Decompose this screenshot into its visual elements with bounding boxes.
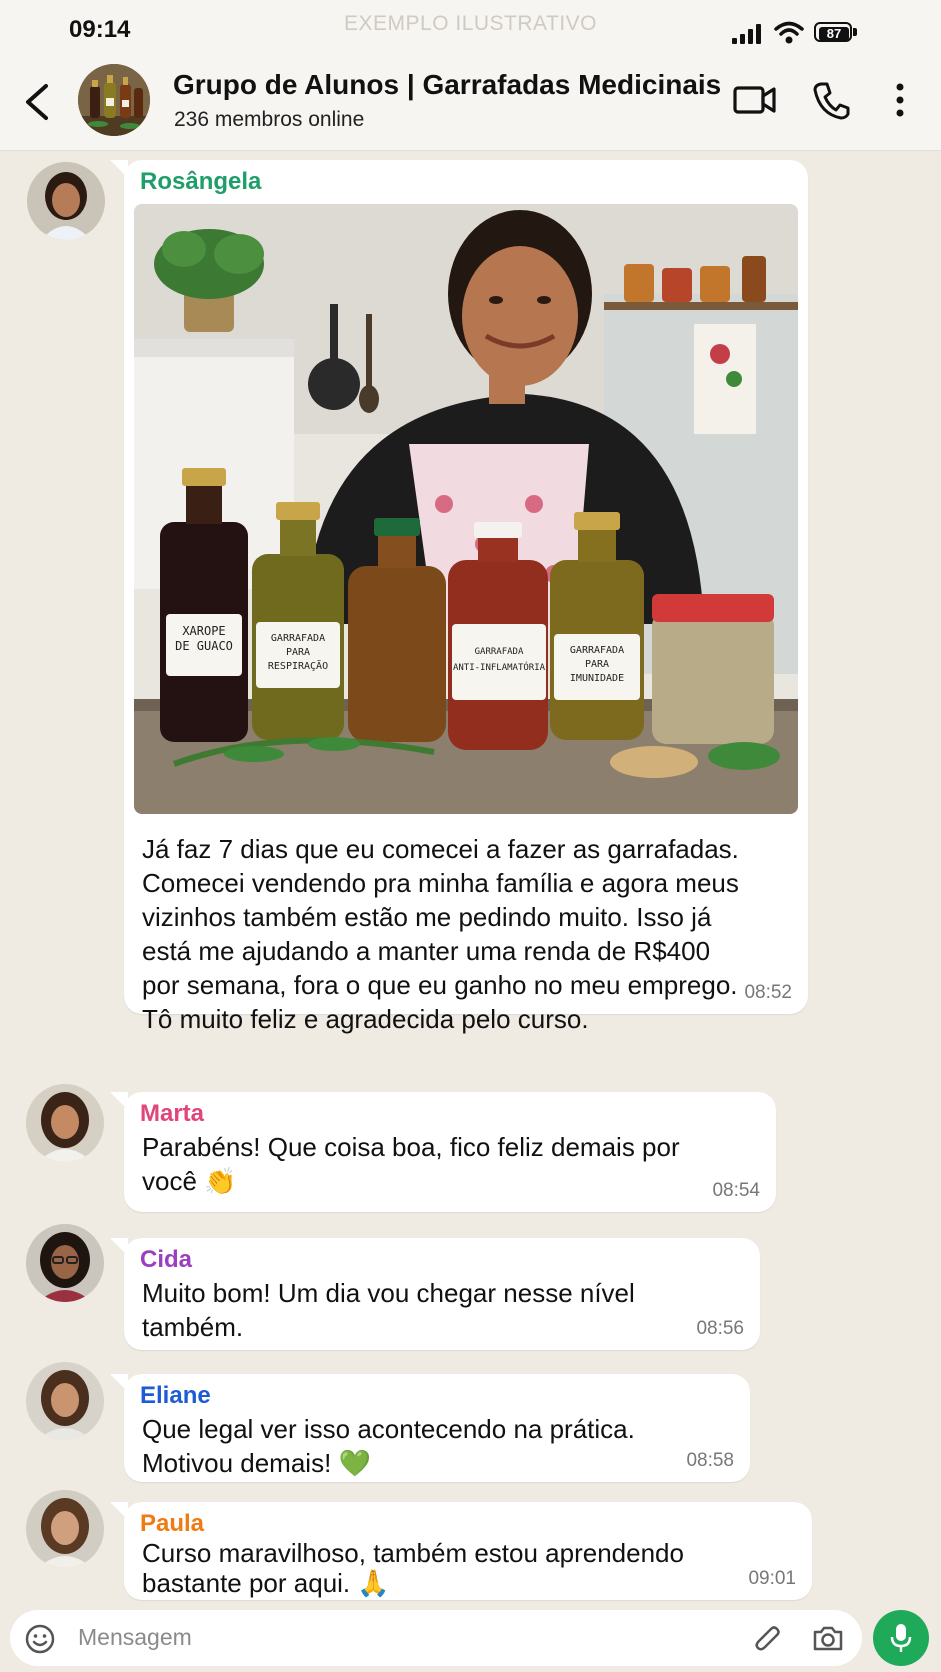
- back-arrow-icon[interactable]: [20, 80, 54, 124]
- avatar-paula[interactable]: [26, 1490, 104, 1568]
- message-bubble[interactable]: Eliane Que legal ver isso acontecendo na…: [110, 1374, 750, 1482]
- mic-button[interactable]: [873, 1610, 929, 1666]
- battery-level: 87: [819, 27, 849, 41]
- label-imunidade: GARRAFADA PARA IMUNIDADE: [569, 645, 625, 684]
- message-time: 09:01: [748, 1568, 796, 1589]
- camera-icon[interactable]: [812, 1624, 844, 1652]
- wifi-icon: [774, 21, 804, 44]
- sender-name: Cida: [140, 1246, 193, 1273]
- sender-name: Eliane: [140, 1382, 211, 1409]
- avatar-eliane[interactable]: [26, 1362, 104, 1440]
- input-bar: Mensagem: [0, 1602, 941, 1672]
- message-text: Muito bom! Um dia vou chegar nesse nível…: [142, 1278, 635, 1342]
- message-bubble[interactable]: Cida Muito bom! Um dia vou chegar nesse …: [110, 1238, 760, 1350]
- battery-icon: 87: [814, 22, 860, 46]
- message-time: 08:58: [686, 1450, 734, 1471]
- message-bubble[interactable]: Rosângela XAROPE DE GUACO GARRAFADA PARA…: [110, 160, 808, 1034]
- message-photo[interactable]: XAROPE DE GUACO GARRAFADA PARA RESPIRAÇÃ…: [134, 204, 798, 814]
- message-time: 08:56: [696, 1318, 744, 1339]
- sender-name: Paula: [140, 1510, 205, 1537]
- message-bubble[interactable]: Paula Curso maravilhoso, também estou ap…: [110, 1502, 812, 1600]
- sender-name: Marta: [140, 1100, 205, 1127]
- message-text: Já faz 7 dias que eu comecei a fazer as …: [142, 834, 739, 1034]
- group-avatar[interactable]: [78, 64, 150, 136]
- message-text: Que legal ver isso acontecendo na prátic…: [142, 1414, 635, 1478]
- phone-icon[interactable]: [812, 80, 850, 120]
- label-xarope: XAROPE DE GUACO: [175, 624, 233, 653]
- signal-icon: [732, 24, 761, 44]
- chat-area[interactable]: Rosângela XAROPE DE GUACO GARRAFADA PARA…: [0, 150, 941, 1602]
- more-vert-icon[interactable]: [893, 80, 907, 120]
- avatar-cida[interactable]: [26, 1224, 104, 1302]
- message-bubble[interactable]: Marta Parabéns! Que coisa boa, fico feli…: [110, 1092, 776, 1212]
- label-anti-inflamatoria: GARRAFADA ANTI-INFLAMATÓRIA: [452, 647, 546, 673]
- attach-icon[interactable]: [752, 1622, 784, 1656]
- mic-icon: [890, 1624, 912, 1652]
- avatar-marta[interactable]: [26, 1084, 104, 1162]
- label-respiracao: GARRAFADA PARA RESPIRAÇÃO: [267, 633, 329, 672]
- message-text: Parabéns! Que coisa boa, fico feliz dema…: [142, 1132, 680, 1196]
- avatar-rosangela[interactable]: [27, 162, 105, 240]
- chat-header: Grupo de Alunos | Garrafadas Medicinais …: [0, 58, 941, 151]
- input-placeholder: Mensagem: [78, 1624, 192, 1650]
- status-bar: 09:14 EXEMPLO ILUSTRATIVO 87: [0, 0, 941, 58]
- video-call-icon[interactable]: [733, 80, 777, 120]
- message-time: 08:52: [744, 982, 792, 1003]
- members-online: 236 membros online: [174, 108, 365, 131]
- group-title[interactable]: Grupo de Alunos | Garrafadas Medicinais: [173, 69, 721, 101]
- message-text: Curso maravilhoso, também estou aprenden…: [142, 1538, 684, 1598]
- message-time: 08:54: [712, 1180, 760, 1201]
- sender-name: Rosângela: [140, 168, 262, 195]
- emoji-icon[interactable]: [24, 1623, 56, 1655]
- message-input[interactable]: Mensagem: [10, 1610, 862, 1666]
